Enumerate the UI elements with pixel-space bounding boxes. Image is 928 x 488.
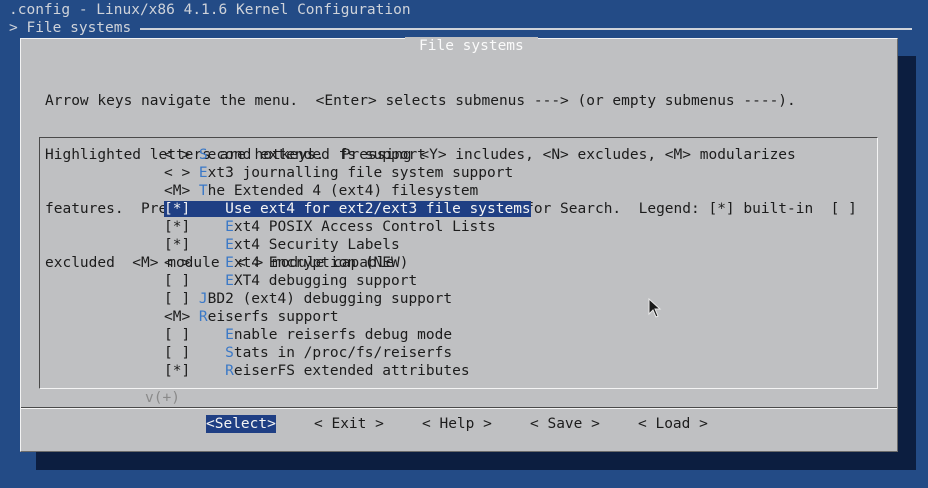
menu-item[interactable]: [ ] JBD2 (ext4) debugging support: [164, 290, 531, 308]
option-state[interactable]: <M>: [164, 309, 199, 325]
dialog-title: File systems: [405, 37, 538, 55]
menu-item-selected[interactable]: [*] Use ext4 for ext2/ext3 file systems: [164, 200, 531, 218]
hotkey-letter: E: [225, 219, 234, 235]
menu-item-label: se ext4 for ext2/ext3 file systems: [233, 201, 531, 217]
load-button[interactable]: < Load >: [638, 415, 708, 433]
menu-item-label: nable reiserfs debug mode: [233, 327, 453, 343]
hotkey-letter: R: [198, 309, 208, 325]
hotkey-letter: E: [225, 255, 234, 271]
more-indicator: v(+): [145, 390, 180, 406]
option-state[interactable]: [*]: [164, 237, 225, 253]
option-state[interactable]: [*]: [164, 201, 226, 217]
option-state[interactable]: [*]: [164, 363, 225, 379]
hotkey-letter: S: [198, 147, 208, 163]
hotkey-letter: U: [225, 201, 234, 217]
menu-item-label: xt4 Encryption (NEW): [233, 255, 409, 271]
menu-item[interactable]: [*] Ext4 POSIX Access Control Lists: [164, 218, 531, 236]
exit-button[interactable]: < Exit >: [314, 415, 384, 433]
hotkey-letter: E: [225, 237, 234, 253]
option-state[interactable]: [ ]: [164, 273, 225, 289]
menu-item[interactable]: < > Second extended fs support: [164, 146, 531, 164]
menu-item-label: econd extended fs support: [207, 147, 426, 163]
help-line: Arrow keys navigate the menu. <Enter> se…: [45, 93, 796, 109]
menu-item[interactable]: [ ] EXT4 debugging support: [164, 272, 531, 290]
menu-item-label: xt3 journalling file system support: [207, 165, 514, 181]
menu-item-label: XT4 debugging support: [233, 273, 418, 289]
option-state[interactable]: < >: [164, 165, 199, 181]
menu-item-label: BD2 (ext4) debugging support: [207, 291, 453, 307]
save-button[interactable]: < Save >: [530, 415, 600, 433]
menu-list: < > Second extended fs support < > Ext3 j…: [164, 146, 531, 380]
hotkey-letter: E: [225, 273, 234, 289]
menu-item[interactable]: <M> The Extended 4 (ext4) filesystem: [164, 182, 531, 200]
hotkey-letter: J: [198, 291, 208, 307]
option-state[interactable]: < >: [164, 147, 199, 163]
option-state[interactable]: [ ]: [164, 327, 225, 343]
select-button[interactable]: <Select>: [206, 415, 276, 433]
menu-item[interactable]: < > Ext4 Encryption (NEW): [164, 254, 531, 272]
hotkey-letter: R: [225, 363, 234, 379]
menu-item[interactable]: <M> Reiserfs support: [164, 308, 531, 326]
menu-item[interactable]: < > Ext3 journalling file system support: [164, 164, 531, 182]
option-state[interactable]: [ ]: [164, 291, 199, 307]
menu-list-box: < > Second extended fs support < > Ext3 j…: [39, 137, 878, 389]
hotkey-letter: E: [198, 165, 208, 181]
mouse-pointer-icon: [648, 298, 662, 318]
help-button[interactable]: < Help >: [422, 415, 492, 433]
option-state[interactable]: < >: [164, 255, 225, 271]
option-state[interactable]: [ ]: [164, 345, 225, 361]
option-state[interactable]: [*]: [164, 219, 225, 235]
menu-item-label: eiserfs support: [207, 309, 339, 325]
menu-item-label: xt4 POSIX Access Control Lists: [233, 219, 496, 235]
menu-item[interactable]: [*] ReiserFS extended attributes: [164, 362, 531, 380]
menu-item[interactable]: [ ] Stats in /proc/fs/reiserfs: [164, 344, 531, 362]
button-divider-highlight: [21, 408, 897, 409]
hotkey-letter: T: [198, 183, 208, 199]
menu-item-label: xt4 Security Labels: [233, 237, 400, 253]
hotkey-letter: E: [225, 327, 234, 343]
option-state[interactable]: <M>: [164, 183, 199, 199]
menu-item[interactable]: [ ] Enable reiserfs debug mode: [164, 326, 531, 344]
window-title: .config - Linux/x86 4.1.6 Kernel Configu…: [9, 2, 411, 18]
hotkey-letter: S: [225, 345, 234, 361]
menu-item-label: eiserFS extended attributes: [233, 363, 470, 379]
menu-item[interactable]: [*] Ext4 Security Labels: [164, 236, 531, 254]
menu-dialog: File systems Arrow keys navigate the men…: [20, 37, 898, 452]
breadcrumb-rule: [140, 28, 912, 30]
menu-item-label: tats in /proc/fs/reiserfs: [233, 345, 453, 361]
menu-item-label: he Extended 4 (ext4) filesystem: [207, 183, 479, 199]
